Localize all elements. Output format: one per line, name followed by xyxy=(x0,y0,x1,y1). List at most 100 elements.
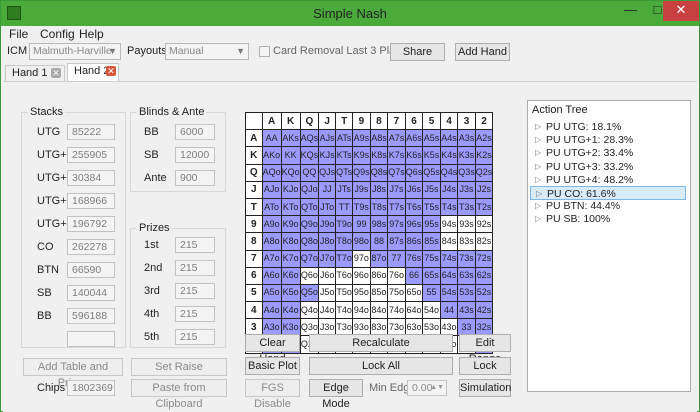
hand-cell[interactable]: Q2s xyxy=(474,163,494,182)
hand-cell[interactable]: QJs xyxy=(318,163,337,182)
action-tree-item[interactable]: ▷ PU UTG+1: 28.3% xyxy=(530,133,686,147)
stack-field[interactable]: 255905 xyxy=(67,147,115,163)
share-button[interactable]: Share xyxy=(390,43,445,61)
expand-arrow-icon[interactable]: ▷ xyxy=(535,146,541,160)
action-tree-item[interactable]: ▷ PU CO: 61.6% xyxy=(530,186,686,200)
hand-cell[interactable]: Q7s xyxy=(387,163,406,182)
tab-hand-2[interactable]: Hand 2 ✕ xyxy=(67,63,119,81)
spinner-arrows-icon[interactable]: ▲▼ xyxy=(430,381,444,395)
expand-arrow-icon[interactable]: ▷ xyxy=(535,173,541,187)
hand-cell[interactable]: T9s xyxy=(352,197,371,217)
blind-field[interactable]: 12000 xyxy=(175,147,215,163)
hand-cell[interactable]: J5s xyxy=(422,180,441,199)
hand-cell[interactable]: Q7o xyxy=(299,249,320,268)
hand-cell[interactable]: 94s xyxy=(439,215,459,234)
hand-cell[interactable]: 76s xyxy=(404,249,424,268)
hand-cell[interactable]: 94o xyxy=(352,301,371,320)
hand-cell[interactable]: QTs xyxy=(335,163,354,182)
hand-cell[interactable]: AJs xyxy=(318,129,337,148)
stack-field[interactable]: 30384 xyxy=(67,170,115,186)
hand-cell[interactable]: Q8o xyxy=(299,232,320,251)
chips-field[interactable]: 1802369 xyxy=(67,380,115,396)
hand-cell[interactable]: T8s xyxy=(369,197,389,217)
hand-cell[interactable]: QJo xyxy=(299,180,320,199)
tab-hand-1[interactable]: Hand 1 ✕ xyxy=(5,65,65,81)
hand-cell[interactable]: 44 xyxy=(439,301,459,320)
hand-cell[interactable]: 99 xyxy=(352,215,371,234)
hand-cell[interactable]: 98s xyxy=(369,215,389,234)
basic-plot-button[interactable]: Basic Plot xyxy=(245,357,300,375)
hand-cell[interactable]: J8s xyxy=(369,180,389,199)
close-button[interactable]: ✕ xyxy=(663,1,699,21)
min-edge-spinner[interactable]: 0.00 ▲▼ xyxy=(407,380,447,396)
hand-cell[interactable]: 97o xyxy=(352,249,371,268)
lock-button[interactable]: Lock xyxy=(459,357,511,375)
prize-field[interactable]: 215 xyxy=(175,237,215,253)
hand-cell[interactable]: AQs xyxy=(299,129,320,148)
prize-field[interactable]: 215 xyxy=(175,306,215,322)
hand-cell[interactable]: J6o xyxy=(318,266,337,285)
hand-cell[interactable]: A5s xyxy=(422,129,441,148)
hand-cell[interactable]: K4o xyxy=(280,301,301,320)
action-tree-item[interactable]: ▷ PU UTG+4: 48.2% xyxy=(530,173,686,187)
hand-cell[interactable]: A9o xyxy=(261,215,282,234)
fgs-disable-button[interactable]: FGS Disable xyxy=(245,379,300,410)
hand-cell[interactable]: Q8s xyxy=(369,163,389,182)
prize-field[interactable]: 215 xyxy=(175,283,215,299)
hand-cell[interactable]: K5o xyxy=(280,283,301,303)
hand-cell[interactable]: J4s xyxy=(439,180,459,199)
hand-cell[interactable]: J9o xyxy=(318,215,337,234)
hand-cell[interactable]: JTo xyxy=(318,197,337,217)
hand-cell[interactable]: ATo xyxy=(261,197,282,217)
hand-cell[interactable]: A3s xyxy=(457,129,476,148)
hand-cell[interactable]: J5o xyxy=(318,283,337,303)
hand-cell[interactable]: K4s xyxy=(439,146,459,165)
hand-cell[interactable]: J7s xyxy=(387,180,406,199)
close-icon[interactable]: ✕ xyxy=(106,66,116,76)
hand-cell[interactable]: 72s xyxy=(474,249,494,268)
hand-cell[interactable]: T7o xyxy=(335,249,354,268)
hand-cell[interactable]: A4o xyxy=(261,301,282,320)
hand-cell[interactable]: T5s xyxy=(422,197,441,217)
hand-cell[interactable]: 43s xyxy=(457,301,476,320)
hand-cell[interactable]: QTo xyxy=(299,197,320,217)
hand-cell[interactable]: 86s xyxy=(404,232,424,251)
hand-cell[interactable]: KQo xyxy=(280,163,301,182)
edit-range-button[interactable]: Edit Range xyxy=(459,334,511,365)
blind-field[interactable]: 6000 xyxy=(175,124,215,140)
expand-arrow-icon[interactable]: ▷ xyxy=(535,133,541,147)
hand-cell[interactable]: J9s xyxy=(352,180,371,199)
hand-cell[interactable]: T4s xyxy=(439,197,459,217)
hand-cell[interactable]: T3s xyxy=(457,197,476,217)
hand-cell[interactable]: J7o xyxy=(318,249,337,268)
hand-cell[interactable]: K2s xyxy=(474,146,494,165)
hand-cell[interactable]: K5s xyxy=(422,146,441,165)
hand-cell[interactable]: 95o xyxy=(352,283,371,303)
hand-cell[interactable]: J4o xyxy=(318,301,337,320)
hand-cell[interactable]: A8s xyxy=(369,129,389,148)
hand-cell[interactable]: JTs xyxy=(335,180,354,199)
stack-field[interactable]: 196792 xyxy=(67,216,115,232)
hand-cell[interactable]: KTo xyxy=(280,197,301,217)
hand-cell[interactable]: Q4o xyxy=(299,301,320,320)
hand-cell[interactable]: A7s xyxy=(387,129,406,148)
hand-cell[interactable]: A7o xyxy=(261,249,282,268)
hand-cell[interactable]: 65o xyxy=(404,283,424,303)
stack-field[interactable]: 596188 xyxy=(67,308,115,324)
hand-cell[interactable]: J2s xyxy=(474,180,494,199)
stack-field[interactable]: 66590 xyxy=(67,262,115,278)
hand-cell[interactable]: T9o xyxy=(335,215,354,234)
hand-cell[interactable]: 85s xyxy=(422,232,441,251)
edge-mode-button[interactable]: Edge Mode xyxy=(309,379,363,410)
hand-cell[interactable]: K6s xyxy=(404,146,424,165)
hand-cell[interactable]: A6o xyxy=(261,266,282,285)
hand-cell[interactable]: 82s xyxy=(474,232,494,251)
hand-cell[interactable]: 83s xyxy=(457,232,476,251)
hand-cell[interactable]: 93s xyxy=(457,215,476,234)
hand-cell[interactable]: 66 xyxy=(404,266,424,285)
menu-config[interactable]: Config xyxy=(40,27,75,41)
hand-cell[interactable]: T8o xyxy=(335,232,354,251)
hand-cell[interactable]: Q9s xyxy=(352,163,371,182)
hand-cell[interactable]: A2s xyxy=(474,129,494,148)
hand-cell[interactable]: A4s xyxy=(439,129,459,148)
